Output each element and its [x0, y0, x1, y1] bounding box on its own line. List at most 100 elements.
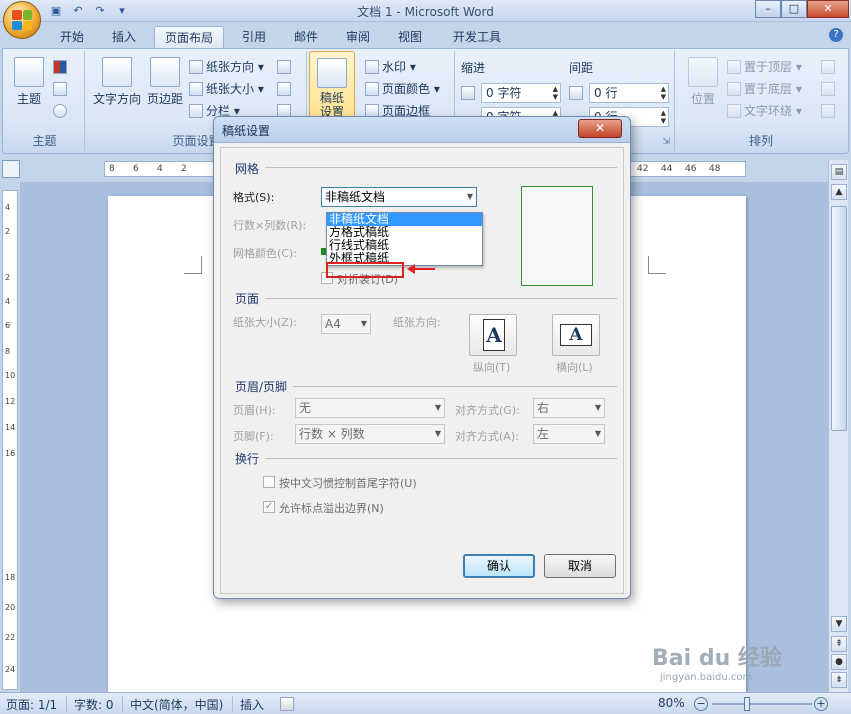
send-to-back-button[interactable]: 置于底层 ▾	[727, 79, 802, 99]
format-combo[interactable]: 非稿纸文档 ▼	[321, 187, 477, 207]
vertical-ruler[interactable]: 4 2 2 4 6 8 10 12 14 16 18 20 22 24	[2, 190, 18, 690]
dialog-title-bar[interactable]: 稿纸设置 ✕	[214, 117, 630, 143]
page-color-button[interactable]: 页面颜色 ▾	[365, 79, 440, 99]
ruler-number: 8	[109, 164, 115, 174]
manuscript-icon	[317, 58, 347, 88]
minimize-button[interactable]: –	[755, 0, 781, 18]
paragraph-dialog-launcher-icon[interactable]: ⇲	[662, 137, 670, 147]
theme-fonts-button[interactable]	[53, 79, 70, 99]
customize-qat-icon[interactable]: ▾	[114, 4, 130, 18]
section-page-title: 页面	[235, 292, 260, 306]
columns-icon	[189, 104, 203, 118]
tab-home[interactable]: 开始	[50, 26, 94, 48]
select-browse-object-button[interactable]: ●	[831, 654, 847, 670]
help-icon[interactable]: ?	[829, 28, 843, 42]
watermark-label: 水印	[382, 60, 407, 74]
tab-mailings[interactable]: 邮件	[286, 26, 326, 48]
tab-view[interactable]: 视图	[390, 26, 430, 48]
zoom-out-icon[interactable]: −	[694, 697, 708, 711]
margins-label: 页边距	[146, 92, 183, 106]
allow-punctuation-checkbox[interactable]: ✓	[263, 501, 275, 513]
dropdown-option-non-manuscript[interactable]: 非稿纸文档	[327, 213, 482, 226]
tab-selector-icon[interactable]	[2, 160, 20, 178]
cancel-button[interactable]: 取消	[544, 554, 616, 578]
dropdown-option-lined[interactable]: 行线式稿纸	[327, 239, 482, 252]
group-themes: 主题 主题	[5, 51, 85, 151]
format-dropdown-list: 非稿纸文档 方格式稿纸 行线式稿纸 外框式稿纸	[326, 212, 483, 266]
combo-arrow-icon: ▼	[434, 429, 441, 438]
vertical-scrollbar[interactable]: ▤ ▲ ▼ ⇞ ● ⇟	[828, 160, 848, 692]
tab-references[interactable]: 引用	[234, 26, 274, 48]
section-grid-title: 网格	[235, 162, 260, 176]
dialog-close-button[interactable]: ✕	[578, 119, 622, 138]
scroll-down-button[interactable]: ▼	[831, 616, 847, 632]
tab-review[interactable]: 审阅	[338, 26, 378, 48]
ruler-number: 6	[133, 164, 139, 174]
ruler-number: 46	[685, 164, 697, 174]
ruler-toggle-icon[interactable]: ▤	[831, 164, 847, 180]
landscape-button[interactable]: A	[552, 314, 600, 356]
maximize-button[interactable]: □	[781, 0, 807, 18]
position-button[interactable]: 位置	[683, 57, 723, 107]
zoom-slider-thumb[interactable]	[744, 697, 750, 711]
combo-arrow-icon: ▼	[466, 192, 473, 201]
send-to-back-icon	[727, 82, 741, 96]
ok-button[interactable]: 确认	[463, 554, 535, 578]
scroll-up-button[interactable]: ▲	[831, 184, 847, 200]
spacing-before-input[interactable]: 0 行 ▲ ▼	[589, 83, 669, 103]
theme-colors-button[interactable]	[53, 57, 70, 77]
office-button[interactable]	[3, 1, 41, 39]
text-direction-button[interactable]: 文字方向	[91, 57, 143, 107]
insert-mode[interactable]: 插入	[240, 696, 264, 713]
tab-insert[interactable]: 插入	[104, 26, 144, 48]
bring-to-front-button[interactable]: 置于顶层 ▾	[727, 57, 802, 77]
language-status[interactable]: 中文(简体，中国)	[130, 696, 223, 713]
group-objects-button[interactable]	[821, 79, 838, 99]
page-count[interactable]: 页面: 1/1	[6, 696, 57, 713]
size-button[interactable]: 纸张大小 ▾	[189, 79, 264, 99]
vruler-number: 22	[5, 633, 16, 642]
align-button[interactable]	[821, 57, 838, 77]
tab-page-layout[interactable]: 页面布局	[154, 26, 224, 48]
section-header-footer-title: 页眉/页脚	[235, 380, 288, 394]
dialog-title: 稿纸设置	[222, 124, 271, 138]
header-combo[interactable]: 无 ▼	[295, 398, 445, 418]
ruler-number: 48	[709, 164, 721, 174]
next-page-button[interactable]: ⇟	[831, 672, 847, 688]
manuscript-settings-button[interactable]: 稿纸设置	[314, 58, 350, 119]
window-controls: – □ ✕	[755, 0, 849, 18]
zoom-in-icon[interactable]: +	[814, 697, 828, 711]
scroll-thumb[interactable]	[831, 206, 847, 431]
undo-icon[interactable]: ↶	[70, 4, 86, 18]
header-align-combo[interactable]: 右 ▼	[533, 398, 605, 418]
line-numbers-button[interactable]	[277, 79, 294, 99]
annotation-highlight-box	[326, 262, 404, 278]
themes-button[interactable]: 主题	[11, 57, 47, 107]
footer-combo[interactable]: 行数 × 列数 ▼	[295, 424, 445, 444]
theme-effects-button[interactable]	[53, 101, 70, 121]
orientation-button[interactable]: 纸张方向 ▾	[189, 57, 264, 77]
zoom-level[interactable]: 80%	[658, 696, 685, 710]
macro-record-icon[interactable]	[280, 697, 294, 711]
breaks-button[interactable]	[277, 57, 294, 77]
east-asian-rules-checkbox[interactable]	[263, 476, 275, 488]
rotate-button[interactable]	[821, 101, 838, 121]
redo-icon[interactable]: ↷	[92, 4, 108, 18]
tab-developer[interactable]: 开发工具	[444, 26, 510, 48]
zoom-slider[interactable]	[712, 703, 812, 705]
quick-access-toolbar: ▣ ↶ ↷ ▾	[48, 3, 130, 19]
close-window-button[interactable]: ✕	[807, 0, 849, 18]
watermark-button[interactable]: 水印 ▾	[365, 57, 416, 77]
paper-size-combo[interactable]: A4 ▼	[321, 314, 371, 334]
dropdown-option-grid[interactable]: 方格式稿纸	[327, 226, 482, 239]
portrait-button[interactable]: A	[469, 314, 517, 356]
status-separator	[66, 696, 67, 712]
text-wrap-button[interactable]: 文字环绕 ▾	[727, 101, 802, 121]
previous-page-button[interactable]: ⇞	[831, 636, 847, 652]
indent-left-input[interactable]: 0 字符 ▲ ▼	[481, 83, 561, 103]
grid-color-label: 网格颜色(C):	[233, 247, 297, 260]
margins-button[interactable]: 页边距	[145, 57, 185, 107]
word-count[interactable]: 字数: 0	[74, 696, 114, 713]
save-icon[interactable]: ▣	[48, 4, 64, 18]
footer-align-combo[interactable]: 左 ▼	[533, 424, 605, 444]
